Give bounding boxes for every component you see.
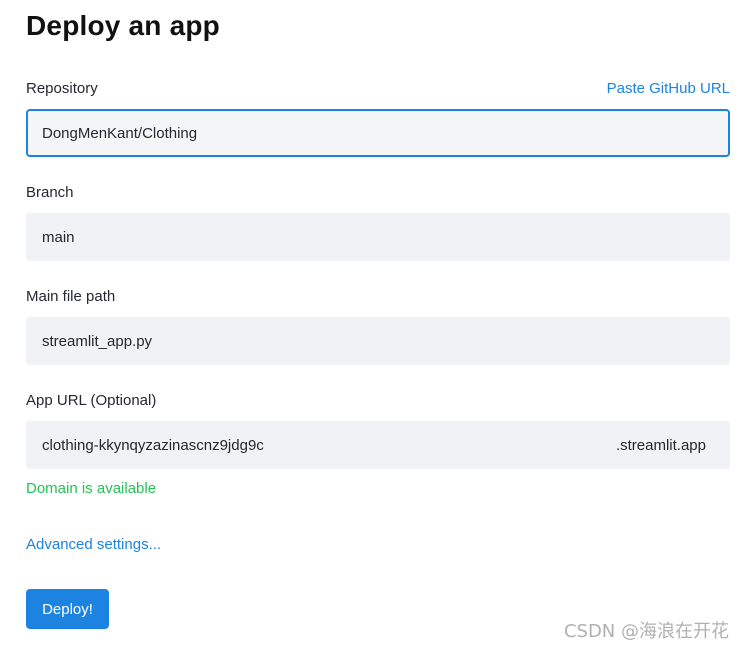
branch-label: Branch	[26, 184, 74, 201]
domain-suffix: .streamlit.app	[615, 436, 706, 454]
repository-field[interactable]	[26, 109, 730, 157]
repository-label: Repository	[26, 80, 98, 97]
app-url-label: App URL (Optional)	[26, 392, 157, 409]
app-url-field[interactable]: .streamlit.app	[26, 421, 730, 469]
main-file-path-label: Main file path	[26, 288, 116, 305]
paste-github-url-link[interactable]: Paste GitHub URL	[607, 80, 730, 97]
page-title: Deploy an app	[26, 10, 220, 41]
branch-field[interactable]	[26, 213, 730, 261]
domain-status: Domain is available	[26, 480, 157, 497]
main-file-path-field[interactable]	[26, 317, 730, 365]
repository-input[interactable]	[42, 124, 728, 142]
advanced-settings-link[interactable]: Advanced settings...	[26, 536, 161, 553]
app-url-input[interactable]	[42, 436, 582, 454]
main-file-path-input[interactable]	[42, 332, 730, 350]
watermark: CSDN @海浪在开花	[563, 621, 729, 642]
branch-input[interactable]	[42, 228, 730, 246]
deploy-button[interactable]: Deploy!	[26, 589, 109, 629]
